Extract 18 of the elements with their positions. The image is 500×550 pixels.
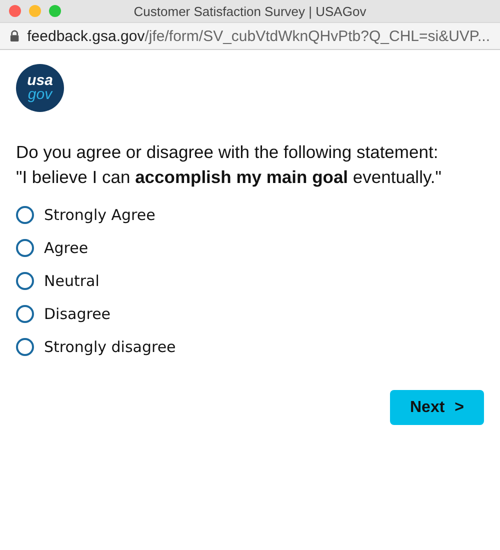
option-label[interactable]: Neutral (44, 272, 100, 290)
lock-icon (10, 30, 20, 42)
address-bar[interactable]: feedback.gsa.gov/jfe/form/SV_cubVtdWknQHvPtb?Q_CHL=si&UVP... (0, 22, 500, 50)
radio-button[interactable] (16, 272, 34, 290)
radio-button[interactable] (16, 206, 34, 224)
question-text: Do you agree or disagree with the following statement: (16, 141, 440, 164)
window-title: Customer Satisfaction Survey | USAGov (134, 4, 366, 18)
radio-button[interactable] (16, 338, 34, 356)
logo: usa gov (16, 64, 64, 112)
radio-button[interactable] (16, 305, 34, 323)
option-label[interactable]: Disagree (44, 305, 111, 323)
radio-button[interactable] (16, 239, 34, 257)
option-label[interactable]: Agree (44, 239, 88, 257)
next-button[interactable]: Next > (390, 390, 484, 425)
question-statement: "I believe I can accomplish my main goal eventually." (16, 166, 442, 189)
option-label[interactable]: Strongly disagree (44, 338, 176, 356)
url-text: feedback.gsa.gov/jfe/form/SV_cubVtdWknQHvPtb?Q_CHL=si&UVP... (27, 28, 490, 44)
option-label[interactable]: Strongly Agree (44, 206, 156, 224)
